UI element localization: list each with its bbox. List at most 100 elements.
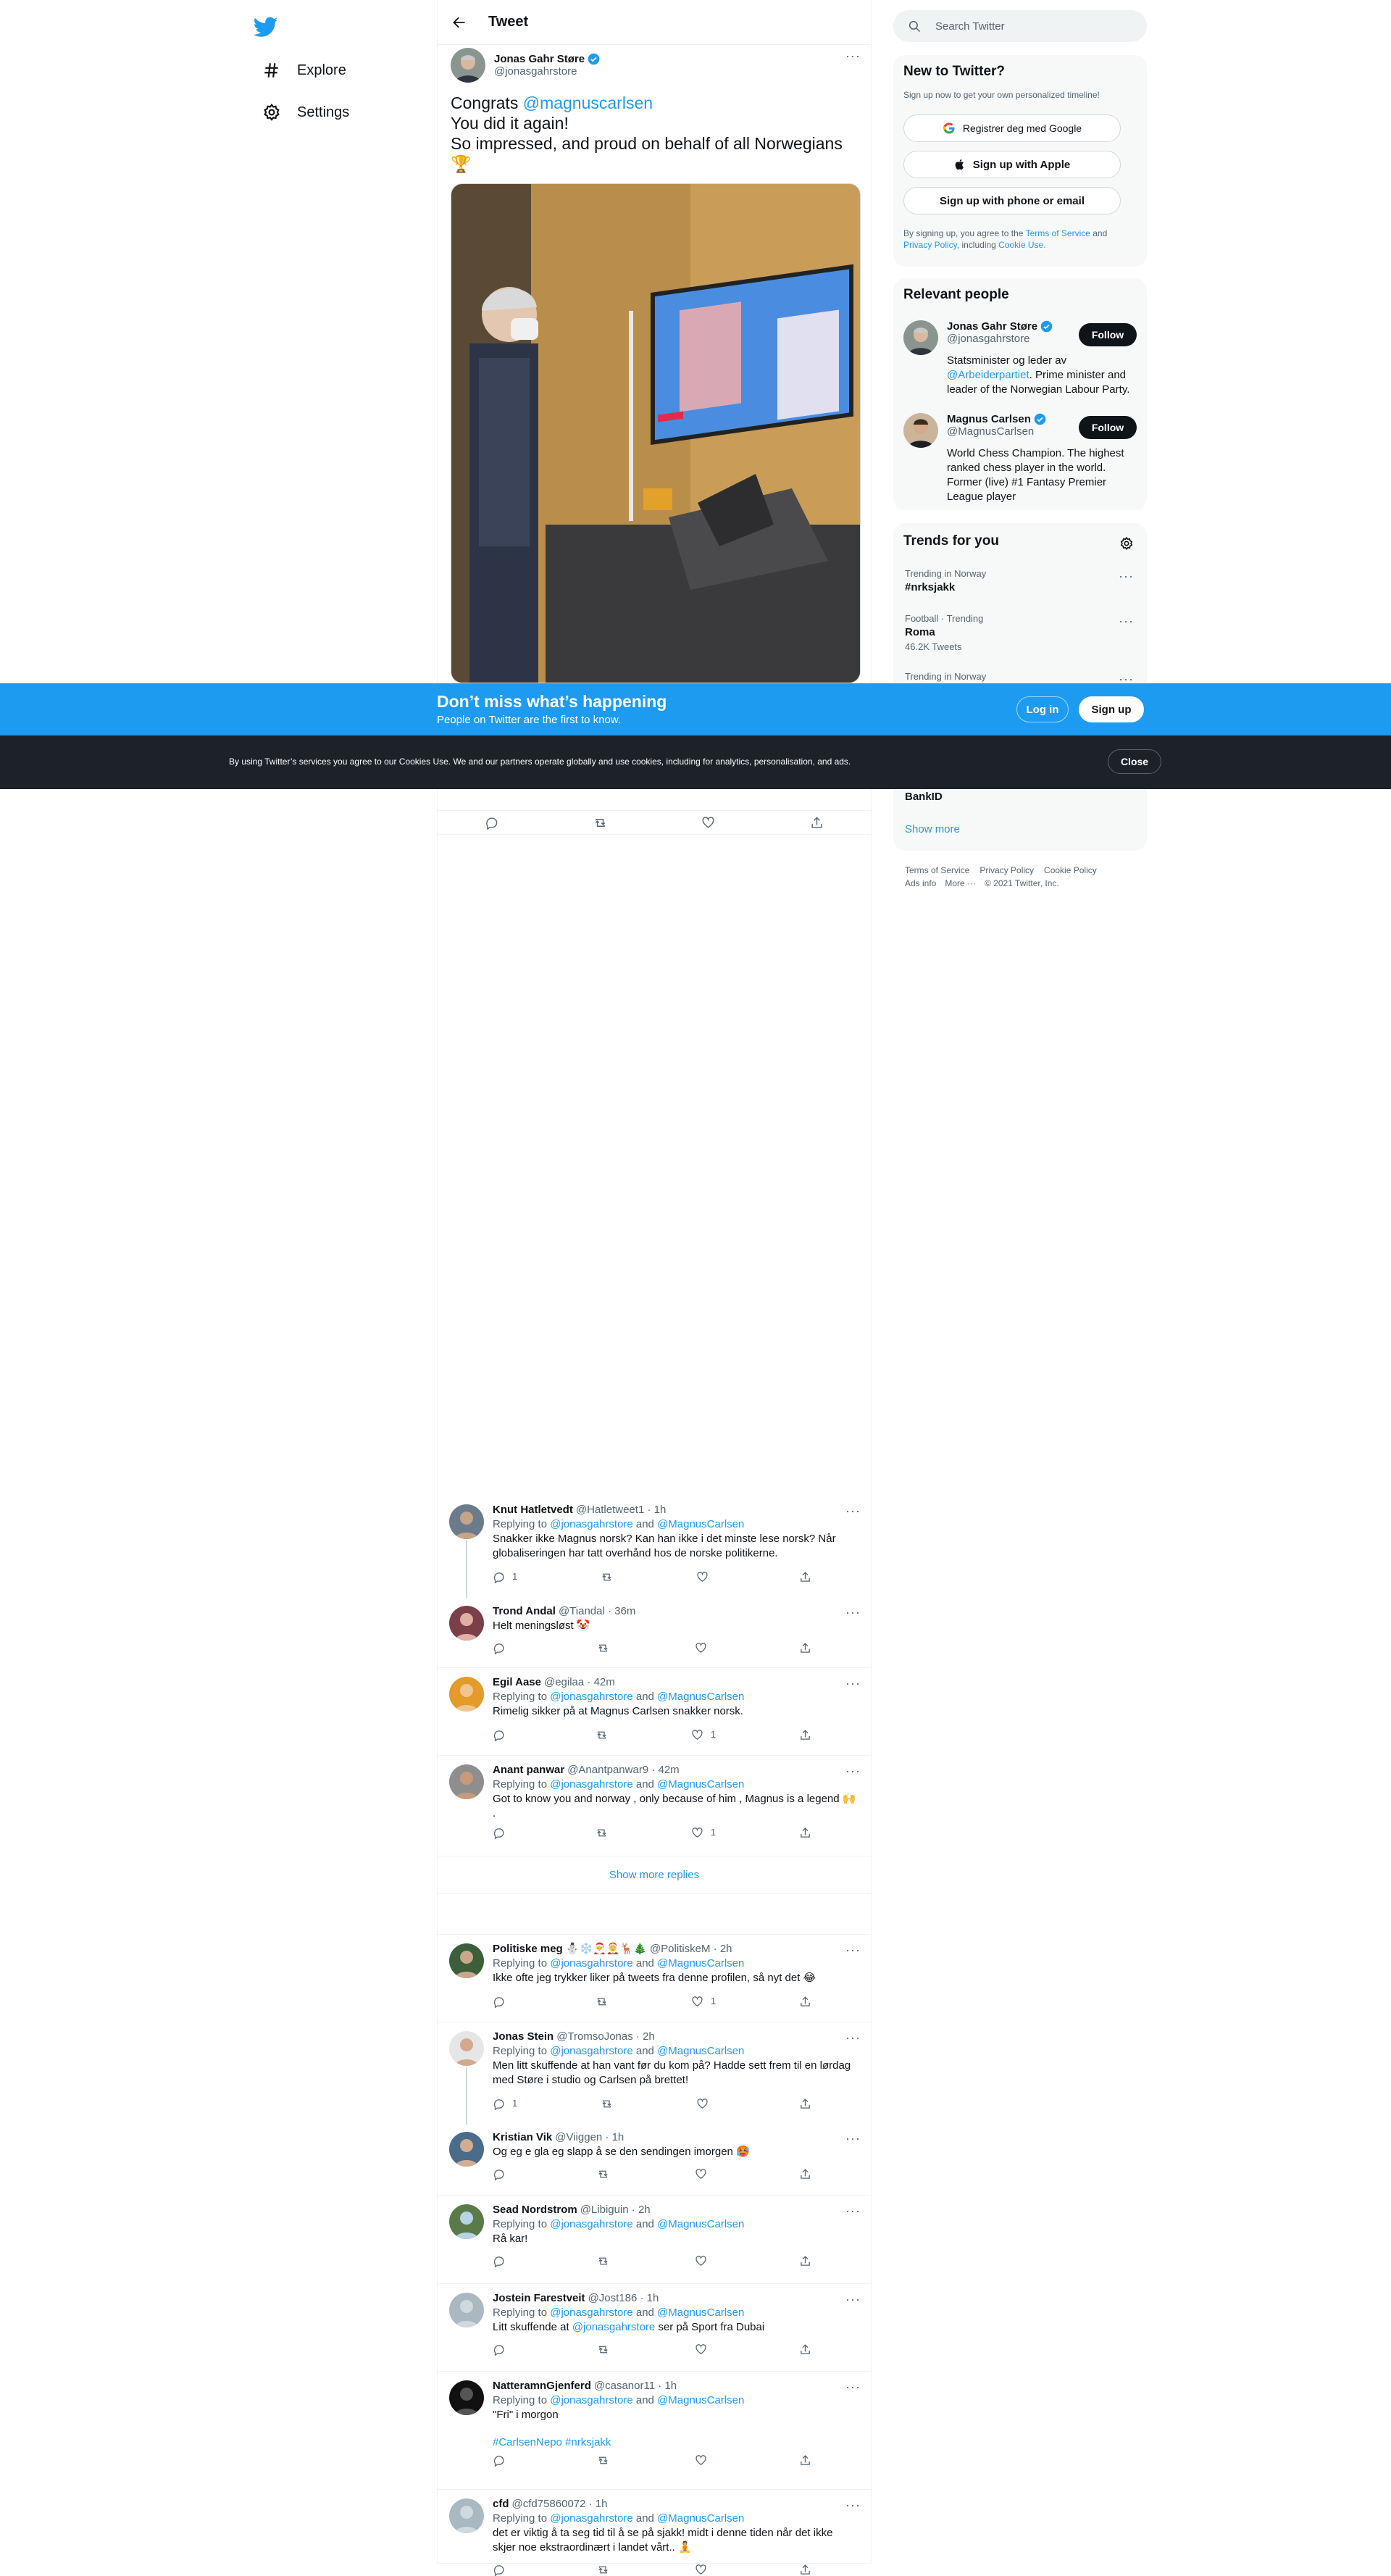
author-handle[interactable]: @jonasgahrstore [494, 65, 600, 78]
tweet-author[interactable]: Jonas Gahr Støre @jonasgahrstore [451, 48, 600, 83]
follow-button[interactable]: Follow [1079, 323, 1137, 346]
avatar[interactable] [449, 1943, 484, 1978]
like-action[interactable] [696, 1570, 716, 1584]
reply-author-handle[interactable]: @Hatletweet1 · 1h [576, 1503, 666, 1517]
mention-link[interactable]: @MagnusCarlsen [657, 1957, 744, 1969]
retweet-action[interactable] [596, 1825, 608, 1840]
terms-of-service-link[interactable]: Terms of Service [1026, 228, 1090, 238]
footer-link[interactable]: Ads info [905, 877, 936, 890]
reply-action[interactable] [493, 2564, 512, 2576]
retweet-action[interactable] [596, 1994, 608, 2009]
mention-link[interactable]: @jonasgahrstore [550, 1778, 632, 1791]
share-action[interactable] [799, 1570, 811, 1584]
like-icon[interactable] [701, 816, 715, 830]
reply-tweet[interactable]: Knut Hatletvedt @Hatletweet1 · 1h Replying… [438, 1496, 871, 1598]
mention-link[interactable]: @MagnusCarlsen [657, 1518, 744, 1530]
avatar[interactable] [449, 2031, 484, 2066]
signup-button[interactable]: Sign up [1079, 696, 1144, 722]
like-action[interactable]: 1 [691, 1727, 716, 1742]
avatar[interactable] [449, 1677, 484, 1712]
reply-action[interactable]: 1 [493, 1570, 517, 1584]
reply-action[interactable] [493, 2343, 512, 2356]
person-name[interactable]: Jonas Gahr Støre [947, 320, 1077, 333]
like-action[interactable] [695, 2564, 714, 2576]
more-options-icon[interactable]: ··· [845, 2132, 861, 2145]
avatar[interactable] [451, 48, 485, 83]
retweet-action[interactable] [597, 1642, 609, 1654]
settings-gear-icon[interactable] [1119, 536, 1134, 551]
mention-link[interactable]: @jonasgahrstore [572, 2321, 655, 2333]
mention-link[interactable]: @MagnusCarlsen [657, 1778, 744, 1791]
more-options-icon[interactable]: ··· [845, 1764, 861, 1777]
trend-item[interactable]: Trending in Norway [905, 671, 1137, 682]
more-options-icon[interactable]: ··· [845, 49, 861, 62]
retweet-action[interactable] [597, 2255, 609, 2267]
reply-author-name[interactable]: Anant panwar [493, 1763, 564, 1777]
reply-action[interactable] [493, 1727, 512, 1742]
phone-signup-button[interactable]: Sign up with phone or email [903, 187, 1121, 214]
share-action[interactable] [799, 2564, 811, 2576]
reply-action[interactable] [493, 1642, 512, 1654]
reply-tweet[interactable]: Jonas Stein @TromsoJonas · 2h Replying to … [438, 2022, 871, 2125]
more-options-icon[interactable]: ··· [845, 1504, 861, 1517]
mention-link[interactable]: @MagnusCarlsen [657, 2394, 744, 2406]
retweet-action[interactable] [597, 2454, 609, 2467]
avatar[interactable] [903, 320, 938, 355]
reply-author-handle[interactable]: @cfd75860072 · 1h [512, 2497, 608, 2512]
trend-item[interactable]: BankID [905, 788, 1137, 803]
search-input[interactable]: Search Twitter [893, 10, 1147, 42]
reply-author-handle[interactable]: @egilaa · 42m [544, 1675, 615, 1690]
reply-action[interactable]: 1 [493, 2096, 517, 2111]
follow-button[interactable]: Follow [1079, 416, 1137, 439]
nav-explore[interactable]: Explore [254, 52, 355, 88]
cookie-use-link[interactable]: Cookie Use. [998, 240, 1045, 250]
mention-link[interactable]: @MagnusCarlsen [657, 2512, 744, 2525]
avatar[interactable] [449, 2380, 484, 2415]
more-options-icon[interactable]: ··· [1119, 614, 1134, 628]
reply-icon[interactable] [485, 816, 498, 830]
mention-link[interactable]: @jonasgahrstore [550, 2218, 632, 2230]
apple-signup-button[interactable]: Sign up with Apple [903, 151, 1121, 178]
reply-author-name[interactable]: Trond Andal [493, 1604, 556, 1619]
privacy-policy-link[interactable]: Privacy Policy [903, 240, 957, 250]
trend-item[interactable]: Football · Trending Roma 46.2K Tweets [905, 613, 1137, 652]
like-action[interactable] [695, 1642, 714, 1654]
footer-link[interactable]: Terms of Service [905, 864, 969, 877]
share-action[interactable] [799, 1994, 811, 2009]
reply-tweet[interactable]: Jostein Farestveit @Jost186 · 1h Replying … [438, 2284, 871, 2372]
reply-author-handle[interactable]: @Tiandal · 36m [559, 1604, 635, 1619]
avatar[interactable] [449, 1606, 484, 1641]
like-action[interactable] [696, 2096, 716, 2111]
share-action[interactable] [799, 2343, 811, 2356]
like-action[interactable] [695, 2168, 714, 2180]
more-options-icon[interactable]: ··· [845, 2031, 861, 2044]
more-options-icon[interactable]: ··· [845, 2498, 861, 2512]
login-button[interactable]: Log in [1016, 696, 1069, 722]
like-action[interactable] [695, 2343, 714, 2356]
reply-author-name[interactable]: Politiske meg ⛄❄️🎅🤶🦌🎄 [493, 1942, 647, 1956]
footer-link[interactable]: Privacy Policy [979, 864, 1034, 877]
reply-tweet[interactable]: Kristian Vik @Viiggen · 1h Og eg e gla eg … [438, 2123, 871, 2196]
reply-tweet[interactable]: Trond Andal @Tiandal · 36m Helt meningsløs… [438, 1597, 871, 1668]
avatar[interactable] [449, 2204, 484, 2239]
mention-link[interactable]: @jonasgahrstore [550, 2394, 632, 2406]
share-action[interactable] [799, 1642, 811, 1654]
mention-link[interactable]: @jonasgahrstore [550, 2045, 632, 2057]
reply-action[interactable] [493, 1994, 512, 2009]
mention-link[interactable]: @magnuscarlsen [523, 93, 653, 112]
like-action[interactable]: 1 [691, 1994, 716, 2009]
reply-tweet[interactable]: Egil Aase @egilaa · 42m Replying to @jonas… [438, 1668, 871, 1756]
more-options-icon[interactable]: ··· [845, 2204, 861, 2217]
mention-link[interactable]: @MagnusCarlsen [657, 1691, 744, 1703]
share-icon[interactable] [810, 816, 824, 830]
more-options-icon[interactable]: ··· [845, 1606, 861, 1619]
avatar[interactable] [449, 1504, 484, 1539]
reply-author-name[interactable]: Knut Hatletvedt [493, 1503, 573, 1517]
show-more-link[interactable]: Show more [905, 823, 960, 835]
retweet-action[interactable] [597, 2168, 609, 2180]
reply-author-handle[interactable]: @Libiguin · 2h [580, 2203, 651, 2217]
reply-author-name[interactable]: Sead Nordstrom [493, 2203, 577, 2217]
share-action[interactable] [799, 1727, 811, 1742]
mention-link[interactable]: @jonasgahrstore [550, 1957, 632, 1969]
mention-link[interactable]: @jonasgahrstore [550, 2512, 632, 2525]
